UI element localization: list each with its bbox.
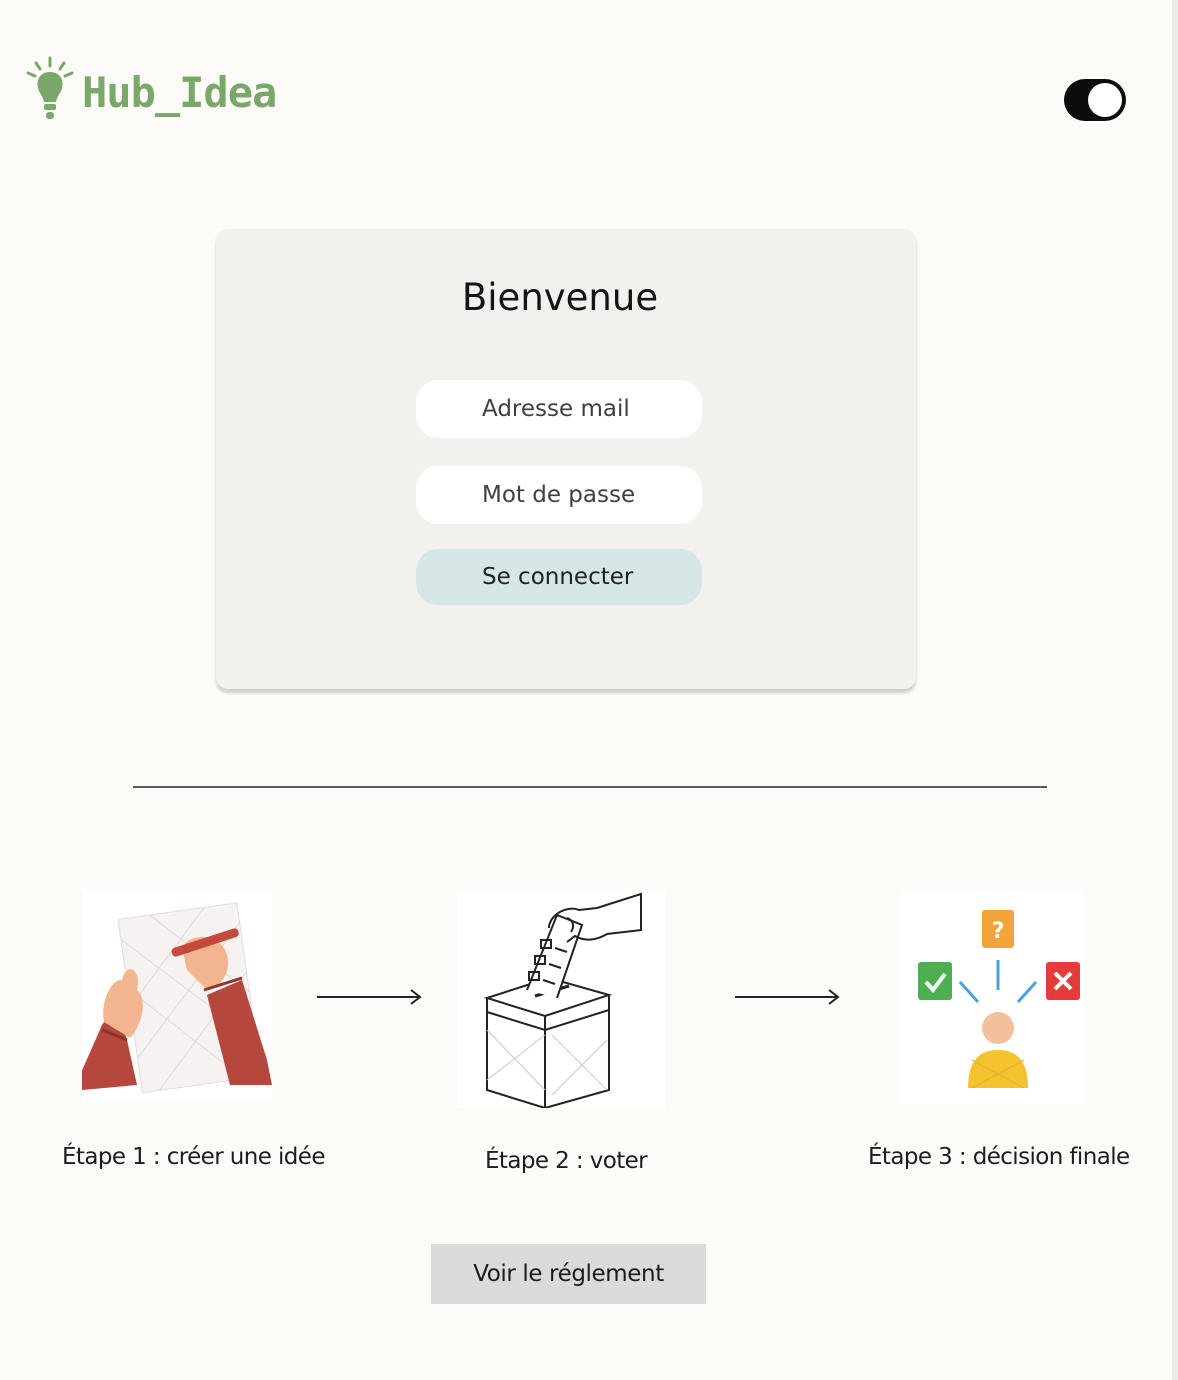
login-button[interactable]: Se connecter	[416, 549, 702, 605]
view-rules-button[interactable]: Voir le réglement	[431, 1244, 706, 1304]
app-logo[interactable]: Hub_Idea	[26, 56, 277, 124]
svg-text:?: ?	[992, 919, 1005, 944]
step-2-caption: Étape 2 : voter	[485, 1148, 648, 1174]
arrow-right-icon	[733, 987, 841, 1007]
writing-idea-illustration	[82, 890, 272, 1102]
app-name: Hub_Idea	[82, 67, 277, 117]
page-title: Bienvenue	[461, 276, 659, 319]
toggle-icon	[1088, 83, 1122, 117]
step-3-caption: Étape 3 : décision finale	[868, 1144, 1130, 1170]
ballot-box-illustration	[457, 890, 665, 1108]
lightbulb-icon	[26, 56, 74, 119]
email-field[interactable]	[416, 380, 702, 438]
section-divider	[133, 786, 1047, 788]
arrow-right-icon	[315, 987, 423, 1007]
decision-illustration: ?	[900, 890, 1084, 1104]
page-edge	[1172, 0, 1178, 1380]
theme-toggle[interactable]	[1064, 79, 1126, 121]
password-field[interactable]	[416, 466, 702, 524]
step-1-caption: Étape 1 : créer une idée	[62, 1144, 325, 1170]
